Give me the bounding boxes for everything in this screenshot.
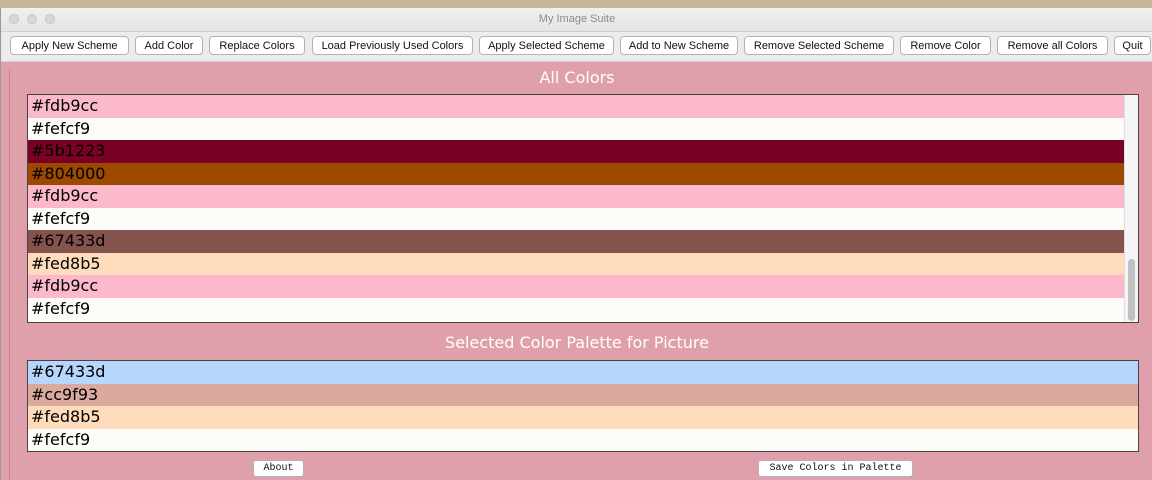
quit-button[interactable]: Quit: [1114, 36, 1151, 55]
apply-new-scheme-button[interactable]: Apply New Scheme: [10, 36, 129, 55]
about-button[interactable]: About: [253, 460, 304, 477]
palette-rows: #67433d #cc9f93 #fed8b5 #fefcf9: [28, 361, 1138, 451]
all-colors-rows: #fdb9cc #fefcf9 #5b1223 #804000 #fdb9cc #fefc…: [28, 95, 1124, 320]
color-list-item[interactable]: #fefcf9: [28, 117, 1124, 140]
remove-all-colors-button[interactable]: Remove all Colors: [997, 36, 1108, 55]
color-list-item[interactable]: #804000: [28, 162, 1124, 185]
palette-list-item[interactable]: #cc9f93: [28, 383, 1138, 406]
remove-selected-scheme-button[interactable]: Remove Selected Scheme: [744, 36, 894, 55]
add-to-new-scheme-button[interactable]: Add to New Scheme: [620, 36, 738, 55]
color-list-item[interactable]: #fdb9cc: [28, 95, 1124, 118]
app-window: My Image Suite Apply New Scheme Add Colo…: [0, 8, 1152, 480]
all-colors-heading: All Colors: [539, 68, 615, 87]
load-previously-used-colors-button[interactable]: Load Previously Used Colors: [312, 36, 473, 55]
color-list-item[interactable]: #fefcf9: [28, 207, 1124, 230]
all-colors-scroll-thumb[interactable]: [1128, 259, 1135, 321]
toolbar: Apply New Scheme Add Color Replace Color…: [1, 32, 1152, 62]
palette-list-item[interactable]: #fefcf9: [28, 428, 1138, 451]
save-colors-in-palette-button[interactable]: Save Colors in Palette: [758, 460, 913, 477]
color-list-item[interactable]: #fefcf9: [28, 297, 1124, 320]
color-list-item[interactable]: #fed8b5: [28, 252, 1124, 275]
color-list-item[interactable]: #5b1223: [28, 140, 1124, 163]
all-colors-scrollbar[interactable]: [1124, 95, 1138, 322]
color-list-item[interactable]: #67433d: [28, 230, 1124, 253]
palette-list-item[interactable]: #67433d: [28, 361, 1138, 384]
color-list-item[interactable]: #fdb9cc: [28, 185, 1124, 208]
replace-colors-button[interactable]: Replace Colors: [209, 36, 305, 55]
apply-selected-scheme-button[interactable]: Apply Selected Scheme: [479, 36, 614, 55]
palette-list-item[interactable]: #fed8b5: [28, 406, 1138, 429]
color-list-item[interactable]: #fdb9cc: [28, 275, 1124, 298]
all-colors-list[interactable]: #fdb9cc #fefcf9 #5b1223 #804000 #fdb9cc #fefc…: [27, 94, 1139, 323]
palette-heading: Selected Color Palette for Picture: [445, 333, 709, 352]
remove-color-button[interactable]: Remove Color: [900, 36, 991, 55]
add-color-button[interactable]: Add Color: [135, 36, 203, 55]
window-left-edge: [9, 70, 10, 480]
palette-list[interactable]: #67433d #cc9f93 #fed8b5 #fefcf9: [27, 360, 1139, 452]
title-bar: My Image Suite: [1, 8, 1152, 32]
window-title: My Image Suite: [538, 13, 616, 25]
